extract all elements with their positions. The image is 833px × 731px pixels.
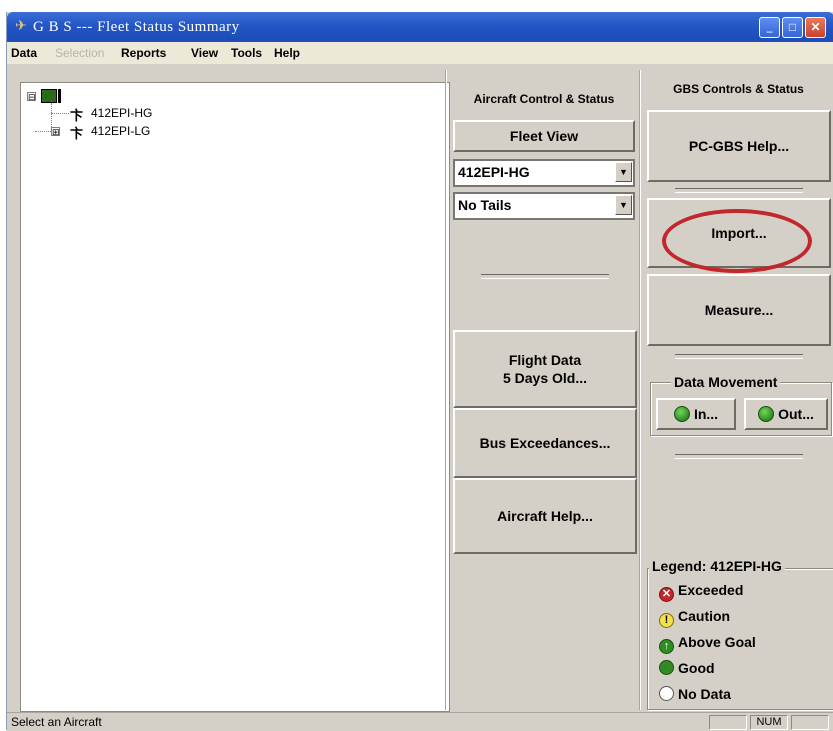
maximize-button[interactable]: □ bbox=[782, 17, 803, 38]
column-divider bbox=[445, 70, 447, 710]
title-bar[interactable]: ✈ G B S --- Fleet Status Summary _ □ ✕ bbox=[7, 12, 833, 42]
legend-item-above-goal: ↑ Above Goal bbox=[659, 632, 756, 654]
legend-title: Legend: 412EPI-HG bbox=[649, 558, 785, 574]
import-highlight-circle bbox=[662, 209, 812, 273]
status-cell-empty bbox=[791, 715, 829, 730]
aircraft-tree[interactable]: ⊟ 卞 412EPI-HG ⊞ 卞 412EPI-LG bbox=[20, 82, 450, 712]
good-icon bbox=[659, 660, 674, 675]
data-movement-label: Data Movement bbox=[671, 374, 781, 390]
close-button[interactable]: ✕ bbox=[805, 17, 826, 38]
data-out-button[interactable]: Out... bbox=[744, 398, 828, 430]
selection-cursor bbox=[58, 89, 61, 103]
tree-expand-icon[interactable]: ⊞ bbox=[51, 127, 60, 137]
fleet-root-icon[interactable] bbox=[41, 89, 57, 103]
data-in-led-icon bbox=[673, 406, 690, 422]
aircraft-help-button[interactable]: Aircraft Help... bbox=[453, 478, 637, 554]
legend-label: Exceeded bbox=[678, 582, 744, 598]
legend-item-caution: ! Caution bbox=[659, 606, 731, 628]
helicopter-icon: 卞 bbox=[70, 108, 84, 123]
separator bbox=[675, 354, 803, 359]
menu-view[interactable]: View bbox=[191, 42, 218, 64]
tree-item-412epi-hg[interactable]: 412EPI-HG bbox=[91, 105, 152, 121]
flight-data-label: Flight Data bbox=[508, 352, 582, 368]
legend-item-exceeded: ✕ Exceeded bbox=[659, 580, 744, 602]
dropdown-arrow-icon[interactable]: ▼ bbox=[615, 195, 632, 215]
tree-item-412epi-lg[interactable]: 412EPI-LG bbox=[91, 123, 150, 139]
minimize-button[interactable]: _ bbox=[759, 17, 780, 38]
main-window: ✈ G B S --- Fleet Status Summary _ □ ✕ D… bbox=[6, 12, 833, 731]
tails-select[interactable]: No Tails ▼ bbox=[453, 192, 635, 220]
menu-reports[interactable]: Reports bbox=[121, 42, 166, 64]
menu-selection[interactable]: Selection bbox=[55, 42, 104, 64]
data-in-button[interactable]: In... bbox=[656, 398, 736, 430]
measure-button[interactable]: Measure... bbox=[647, 274, 831, 346]
bus-exceedances-button[interactable]: Bus Exceedances... bbox=[453, 408, 637, 478]
app-icon: ✈ bbox=[15, 19, 27, 34]
flight-data-button[interactable]: Flight Data 5 Days Old... bbox=[453, 330, 637, 408]
data-out-label: Out... bbox=[778, 406, 814, 422]
gbs-panel-title: GBS Controls & Status bbox=[673, 82, 804, 96]
column-divider bbox=[639, 70, 641, 710]
status-bar: Select an Aircraft NUM bbox=[7, 712, 833, 731]
legend-label: No Data bbox=[678, 686, 731, 702]
helicopter-icon: 卞 bbox=[70, 126, 84, 141]
aircraft-select[interactable]: 412EPI-HG ▼ bbox=[453, 159, 635, 187]
exceeded-icon: ✕ bbox=[659, 587, 674, 602]
num-lock-indicator: NUM bbox=[750, 715, 788, 730]
aircraft-select-value: 412EPI-HG bbox=[458, 164, 530, 180]
caution-icon: ! bbox=[659, 613, 674, 628]
separator bbox=[481, 274, 609, 279]
root-collapse-icon[interactable]: ⊟ bbox=[27, 92, 36, 102]
menu-tools[interactable]: Tools bbox=[231, 42, 262, 64]
status-cell-empty bbox=[709, 715, 747, 730]
aircraft-panel-title: Aircraft Control & Status bbox=[473, 92, 615, 106]
data-in-label: In... bbox=[693, 406, 719, 422]
separator bbox=[675, 454, 803, 459]
menu-help[interactable]: Help bbox=[274, 42, 300, 64]
separator bbox=[675, 188, 803, 193]
menu-data[interactable]: Data bbox=[11, 42, 37, 64]
legend-item-good: Good bbox=[659, 658, 715, 678]
legend-item-no-data: No Data bbox=[659, 684, 731, 704]
menu-bar: Data Selection Reports View Tools Help bbox=[7, 42, 833, 64]
pc-gbs-help-button[interactable]: PC-GBS Help... bbox=[647, 110, 831, 182]
above-goal-icon: ↑ bbox=[659, 639, 674, 654]
fleet-view-button[interactable]: Fleet View bbox=[453, 120, 635, 152]
status-message: Select an Aircraft bbox=[11, 715, 102, 729]
legend-label: Caution bbox=[678, 608, 731, 624]
legend-label: Above Goal bbox=[678, 634, 756, 650]
no-data-icon bbox=[659, 686, 674, 701]
dropdown-arrow-icon[interactable]: ▼ bbox=[615, 162, 632, 182]
tree-connector bbox=[51, 113, 69, 114]
data-out-led-icon bbox=[758, 406, 775, 422]
window-title: G B S --- Fleet Status Summary bbox=[33, 19, 240, 35]
flight-data-age: 5 Days Old... bbox=[502, 370, 588, 386]
legend-label: Good bbox=[678, 660, 715, 676]
tails-select-value: No Tails bbox=[458, 197, 512, 213]
